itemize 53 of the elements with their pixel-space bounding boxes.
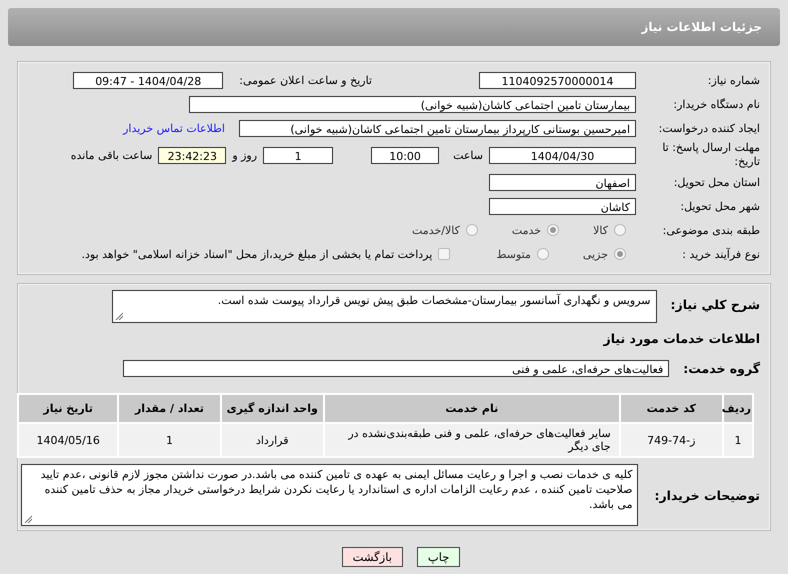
summary-field[interactable]: سرویس و نگهداری آسانسور بیمارستان-مشخصات طبق پیش نویس قرارداد پیوست شده است.	[112, 290, 657, 323]
field-label: نوع فرآیند خرید :	[681, 248, 761, 260]
column-header: ردیف	[722, 394, 753, 423]
deadline-time-field[interactable]: 10:00	[371, 146, 440, 164]
field-label: شماره نیاز:	[706, 74, 761, 86]
table-cell: ز-74-749	[620, 423, 723, 457]
time-label: ساعت	[453, 148, 483, 162]
column-header: واحد اندازه گیری	[220, 394, 324, 423]
days-field[interactable]: 1	[263, 146, 334, 164]
radio-option[interactable]: کالا	[593, 224, 626, 236]
deadline-date-field[interactable]: 1404/04/30	[489, 146, 636, 164]
service-group-field[interactable]: فعالیت‌های حرفه‌ای، علمی و فنی	[123, 360, 670, 376]
page-title: جزئیات اطلاعات نیاز	[641, 20, 762, 34]
announce-date-field[interactable]: 1404/04/28 - 09:47	[73, 72, 224, 88]
radio-option[interactable]: خدمت	[512, 224, 560, 236]
resize-grip-icon[interactable]	[114, 312, 123, 320]
notes-field[interactable]: کلیه ی خدمات نصب و اجرا و رعایت مسائل ایمنی به عهده ی تامین کننده می باشد.در صورت نداشتن مجوز لازم قانونی ،عدم تایید صلاحیت تامین کننده ، عدم رعایت الزامات اداره ی استاندارد یا رعایت نکردن شرایط درخواستی خریدار مجاز به حذف تامین کننده می باشد.	[21, 464, 638, 526]
column-header: تعداد / مقدار	[118, 394, 221, 423]
resize-grip-icon[interactable]	[24, 515, 32, 523]
field-label: توضیحات خریدار:	[654, 488, 761, 502]
province-field[interactable]: اصفهان	[489, 174, 636, 190]
field-label: تاریخ و ساعت اعلان عمومی:	[239, 74, 372, 86]
column-header: نام خدمت	[324, 394, 620, 423]
contact-link[interactable]: اطلاعات تماس خریدار	[123, 122, 225, 134]
table-cell: 1404/05/16	[18, 423, 118, 457]
field-label: طبقه بندی موضوعی:	[662, 224, 761, 236]
city-field[interactable]: کاشان	[489, 198, 636, 214]
radio-option[interactable]: کالا/خدمت	[412, 224, 478, 236]
table-cell: 1	[722, 423, 753, 457]
column-header: تاریخ نیاز	[18, 394, 118, 423]
field-label: نام دستگاه خریدار:	[672, 98, 761, 110]
print-button[interactable]: چاپ	[416, 547, 460, 567]
remaining-time-field: 23:42:23	[158, 146, 226, 164]
days-label: روز و	[232, 148, 258, 162]
remaining-label: ساعت باقی مانده	[70, 148, 152, 162]
field-label: شرح کلي نياز:	[670, 297, 761, 312]
radio-option[interactable]: متوسط	[496, 248, 549, 260]
payment-checkbox[interactable]: پرداخت تمام یا بخشی از مبلغ خرید،از محل "اسناد خزانه اسلامی" خواهد بود.	[82, 248, 450, 260]
table-cell: قرارداد	[220, 423, 324, 457]
back-button[interactable]: بازگشت	[342, 547, 403, 567]
table-cell: سایر فعالیت‌های حرفه‌ای، علمی و فنی طبقه‌بندی‌نشده در جای دیگر	[324, 423, 620, 457]
field-label: ایجاد کننده درخواست:	[658, 122, 761, 134]
column-header: کد خدمت	[620, 394, 723, 423]
table-cell: 1	[118, 423, 221, 457]
field-label: گروه خدمت:	[683, 360, 761, 376]
buyer-org-field[interactable]: بیمارستان تامین اجتماعی کاشان(شبیه خوانی)	[189, 96, 636, 112]
field-label: شهر محل تحویل:	[679, 200, 761, 212]
section-heading: اطلاعات خدمات مورد نیاز	[604, 330, 761, 346]
need-number-field[interactable]: 1104092570000014	[479, 72, 636, 88]
field-label: مهلت ارسال پاسخ: تا تاریخ:	[661, 141, 761, 169]
radio-option[interactable]: جزیی	[582, 248, 626, 260]
requester-field[interactable]: امیرحسین بوستانی کارپرداز بیمارستان تامین اجتماعی کاشان(شبیه خوانی)	[239, 120, 636, 136]
field-label: استان محل تحویل:	[672, 176, 761, 188]
